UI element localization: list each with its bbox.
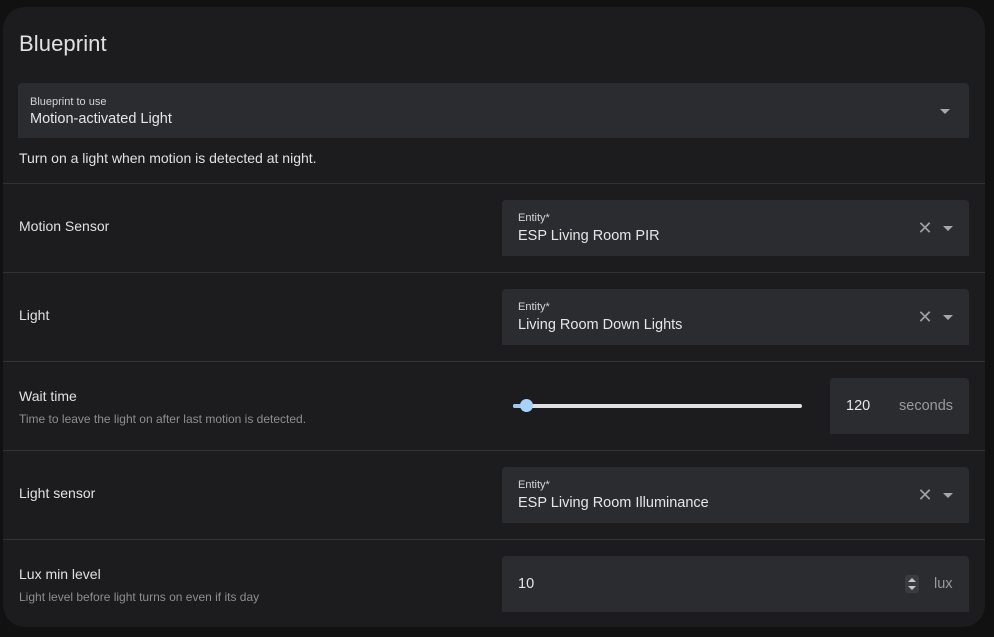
wait-time-number-field[interactable]: 120 seconds bbox=[830, 378, 969, 434]
lux-min-level-number-field[interactable]: 10 lux bbox=[502, 556, 969, 612]
entity-field-label: Entity* bbox=[518, 479, 550, 491]
entity-field-label: Entity* bbox=[518, 212, 550, 224]
wait-time-description: Time to leave the light on after last mo… bbox=[19, 412, 307, 426]
wait-time-value[interactable]: 120 bbox=[846, 398, 870, 414]
chevron-down-icon[interactable] bbox=[943, 315, 953, 320]
close-icon[interactable]: ✕ bbox=[917, 486, 933, 504]
light-sensor-label: Light sensor bbox=[19, 485, 96, 501]
lux-min-level-description: Light level before light turns on even i… bbox=[19, 590, 260, 604]
close-icon[interactable]: ✕ bbox=[917, 308, 933, 326]
wait-time-label: Wait time bbox=[19, 388, 77, 404]
blueprint-card: Blueprint Blueprint to use Motion-activa… bbox=[3, 7, 985, 627]
card-title: Blueprint bbox=[19, 31, 107, 56]
unfold-icon[interactable] bbox=[905, 575, 919, 593]
entity-field-value[interactable]: ESP Living Room PIR bbox=[518, 228, 660, 244]
wait-time-unit: seconds bbox=[899, 398, 954, 414]
entity-field-value[interactable]: ESP Living Room Illuminance bbox=[518, 495, 709, 511]
blueprint-select-label: Blueprint to use bbox=[30, 96, 107, 108]
chevron-down-icon[interactable] bbox=[943, 226, 953, 231]
wait-time-slider-track[interactable] bbox=[513, 404, 802, 408]
light-entity-picker[interactable]: Entity* Living Room Down Lights ✕ bbox=[502, 289, 969, 345]
light-sensor-entity-picker[interactable]: Entity* ESP Living Room Illuminance ✕ bbox=[502, 467, 969, 523]
close-icon[interactable]: ✕ bbox=[917, 219, 933, 237]
chevron-down-icon[interactable] bbox=[940, 109, 950, 114]
motion-sensor-label: Motion Sensor bbox=[19, 218, 110, 234]
entity-field-value[interactable]: Living Room Down Lights bbox=[518, 317, 682, 333]
wait-time-slider-thumb[interactable] bbox=[520, 399, 533, 412]
lux-min-level-value[interactable]: 10 bbox=[518, 576, 534, 592]
motion-sensor-entity-picker[interactable]: Entity* ESP Living Room PIR ✕ bbox=[502, 200, 969, 256]
chevron-down-icon[interactable] bbox=[943, 493, 953, 498]
blueprint-description: Turn on a light when motion is detected … bbox=[19, 150, 317, 166]
blueprint-select-value: Motion-activated Light bbox=[30, 111, 172, 127]
lux-min-level-label: Lux min level bbox=[19, 566, 101, 582]
lux-min-level-unit: lux bbox=[934, 576, 953, 592]
light-label: Light bbox=[19, 307, 50, 323]
blueprint-select[interactable]: Blueprint to use Motion-activated Light bbox=[18, 83, 969, 138]
entity-field-label: Entity* bbox=[518, 301, 550, 313]
